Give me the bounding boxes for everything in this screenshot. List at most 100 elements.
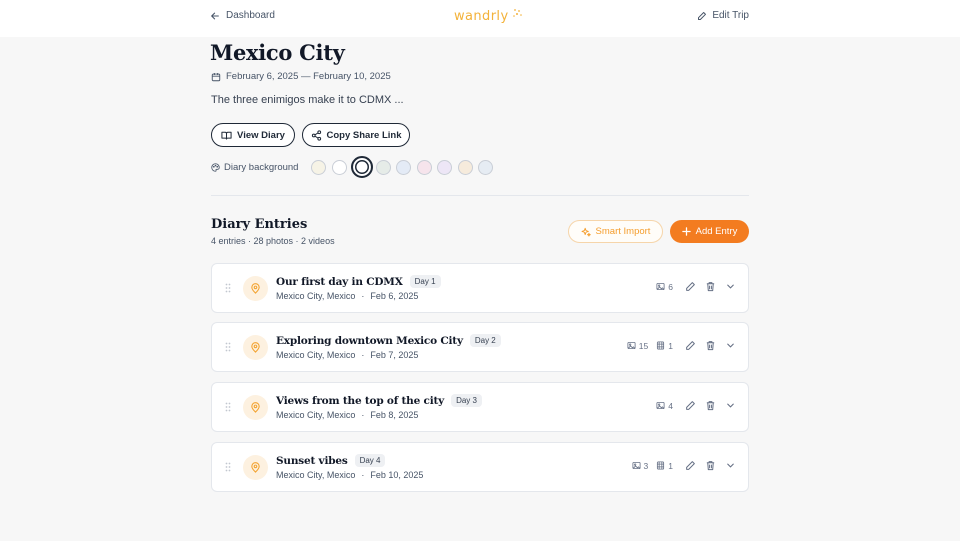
entry-action-buttons: [685, 460, 736, 471]
entry-location: Mexico City, Mexico: [276, 350, 356, 360]
edit-trip-button[interactable]: Edit Trip: [697, 10, 749, 21]
trash-icon[interactable]: [705, 340, 716, 351]
day-badge: Day 3: [451, 394, 482, 407]
chevron-down-icon[interactable]: [725, 281, 736, 292]
separator-dot: ·: [361, 410, 365, 420]
book-open-icon: [221, 131, 232, 140]
background-swatch[interactable]: [478, 159, 493, 175]
photo-count: 15: [627, 341, 648, 351]
trip-dates: February 6, 2025 — February 10, 2025: [211, 71, 391, 82]
trip-dates-text: February 6, 2025 — February 10, 2025: [226, 71, 391, 82]
entry-actions: 6: [656, 281, 736, 292]
edit-trip-label: Edit Trip: [712, 10, 749, 21]
pencil-icon[interactable]: [685, 460, 696, 471]
separator-dot: ·: [361, 291, 365, 301]
diary-background-picker: Diary background: [211, 156, 499, 178]
logo[interactable]: wandrly: [454, 9, 523, 24]
entry-date: Feb 7, 2025: [370, 350, 419, 360]
entry-title: Views from the top of the city: [276, 394, 445, 407]
copy-share-link-button[interactable]: Copy Share Link: [302, 123, 410, 147]
background-swatch[interactable]: [437, 159, 452, 175]
pencil-icon[interactable]: [685, 281, 696, 292]
background-swatch[interactable]: [375, 159, 391, 175]
chevron-down-icon[interactable]: [725, 400, 736, 411]
image-icon: [656, 401, 665, 410]
share-icon: [311, 129, 321, 141]
map-pin-icon: [251, 342, 260, 353]
entry-location-badge: [243, 276, 268, 301]
entry-title: Exploring downtown Mexico City: [276, 334, 463, 347]
entry-date: Feb 6, 2025: [370, 291, 419, 301]
calendar-icon: [211, 72, 221, 81]
page-title: Mexico City: [210, 40, 345, 65]
image-icon: [627, 341, 636, 350]
day-badge: Day 4: [354, 454, 386, 467]
chevron-down-icon[interactable]: [725, 340, 736, 351]
entry-actions: 3 1: [632, 460, 736, 471]
pencil-icon[interactable]: [685, 340, 696, 351]
video-count: 1: [656, 461, 673, 471]
drag-handle-icon[interactable]: [225, 283, 231, 293]
film-icon: [657, 461, 665, 470]
image-icon: [632, 461, 641, 470]
entry-title-row: Views from the top of the city Day 3: [276, 394, 482, 407]
smart-import-label: Smart Import: [595, 226, 651, 237]
entry-location: Mexico City, Mexico: [276, 470, 356, 480]
view-diary-label: View Diary: [237, 129, 285, 141]
chevron-down-icon[interactable]: [725, 460, 736, 471]
map-pin-icon: [251, 283, 260, 294]
palette-icon: [211, 162, 220, 172]
drag-handle-icon[interactable]: [225, 402, 231, 412]
drag-handle-icon[interactable]: [225, 342, 231, 352]
diary-background-label: Diary background: [211, 162, 311, 173]
diary-entry-card[interactable]: Our first day in CDMX Day 1 Mexico City,…: [211, 263, 749, 313]
logo-text: wandrly: [454, 9, 509, 24]
day-badge: Day 1: [409, 275, 441, 288]
trash-icon[interactable]: [705, 400, 716, 411]
pencil-icon[interactable]: [685, 400, 696, 411]
diary-entry-card[interactable]: Exploring downtown Mexico City Day 2 Mex…: [211, 322, 749, 372]
copy-share-label: Copy Share Link: [326, 129, 402, 141]
separator-dot: ·: [361, 470, 365, 480]
entry-subtitle: Mexico City, Mexico · Feb 10, 2025: [276, 470, 423, 480]
diary-entry-card[interactable]: Sunset vibes Day 4 Mexico City, Mexico ·…: [211, 442, 749, 492]
background-swatch[interactable]: [396, 159, 411, 175]
trash-icon[interactable]: [705, 281, 716, 292]
entry-actions: 15 1: [627, 340, 736, 351]
trip-description: The three enimigos make it to CDMX ...: [211, 94, 404, 106]
entry-title-row: Exploring downtown Mexico City Day 2: [276, 334, 501, 347]
top-bar: Dashboard wandrly Edit Trip: [0, 0, 960, 37]
diary-entry-card[interactable]: Views from the top of the city Day 3 Mex…: [211, 382, 749, 432]
trash-icon[interactable]: [705, 460, 716, 471]
arrow-left-icon: [211, 12, 219, 19]
video-count: 1: [656, 341, 673, 351]
entry-location-badge: [243, 455, 268, 480]
background-swatch[interactable]: [311, 159, 326, 175]
background-swatch[interactable]: [416, 159, 432, 175]
back-label: Dashboard: [226, 10, 275, 21]
plus-icon: [681, 227, 691, 236]
entry-date: Feb 8, 2025: [370, 410, 419, 420]
back-to-dashboard-link[interactable]: Dashboard: [210, 10, 275, 21]
entry-location-badge: [243, 335, 268, 360]
add-entry-button[interactable]: Add Entry: [670, 220, 749, 243]
background-swatch[interactable]: [331, 159, 347, 175]
entry-title-row: Sunset vibes Day 4: [276, 454, 386, 467]
entry-subtitle: Mexico City, Mexico · Feb 8, 2025: [276, 410, 418, 420]
entry-subtitle: Mexico City, Mexico · Feb 7, 2025: [276, 350, 418, 360]
smart-import-button[interactable]: Smart Import: [568, 220, 663, 243]
map-pin-icon: [251, 402, 260, 413]
photo-count: 4: [656, 401, 673, 411]
background-swatch[interactable]: [351, 156, 373, 178]
drag-handle-icon[interactable]: [225, 462, 231, 472]
entry-action-buttons: [685, 281, 736, 292]
image-icon: [656, 282, 665, 291]
background-swatch[interactable]: [457, 159, 473, 175]
view-diary-button[interactable]: View Diary: [211, 123, 295, 147]
add-entry-label: Add Entry: [695, 226, 738, 237]
entry-title: Sunset vibes: [276, 454, 348, 467]
entry-action-buttons: [685, 400, 736, 411]
entry-title: Our first day in CDMX: [276, 275, 403, 288]
entry-subtitle: Mexico City, Mexico · Feb 6, 2025: [276, 291, 418, 301]
entry-location: Mexico City, Mexico: [276, 291, 356, 301]
